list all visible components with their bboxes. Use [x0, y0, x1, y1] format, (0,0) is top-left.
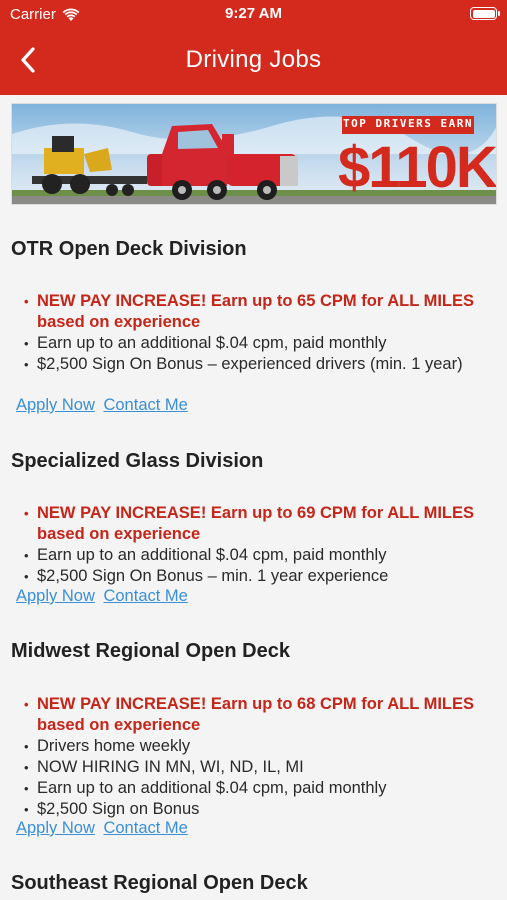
bullet-list: NEW PAY INCREASE! Earn up to 65 CPM for …: [24, 291, 474, 375]
section-links: Apply Now Contact Me: [16, 819, 192, 838]
section-links: Apply Now Contact Me: [16, 396, 192, 415]
status-time: 9:27 AM: [225, 5, 282, 22]
app-header: Carrier 9:27 AM Driving Jobs: [0, 0, 507, 95]
list-item: Earn up to an additional $.04 cpm, paid …: [24, 778, 474, 799]
page-title: Driving Jobs: [185, 46, 322, 73]
list-item: NEW PAY INCREASE! Earn up to 65 CPM for …: [24, 291, 474, 333]
section-title: Midwest Regional Open Deck: [11, 640, 290, 662]
section-title: Specialized Glass Division: [11, 450, 264, 472]
list-item: Earn up to an additional $.04 cpm, paid …: [24, 545, 474, 566]
banner-badge-text: TOP DRIVERS EARN: [343, 117, 473, 130]
section-links: Apply Now Contact Me: [16, 587, 192, 606]
banner-amount-text: $110K: [338, 135, 496, 200]
list-item: NEW PAY INCREASE! Earn up to 69 CPM for …: [24, 503, 474, 545]
status-bar: Carrier 9:27 AM: [0, 0, 507, 28]
list-item: Drivers home weekly: [24, 736, 474, 757]
list-item: Earn up to an additional $.04 cpm, paid …: [24, 333, 474, 354]
list-item: $2,500 Sign on Bonus: [24, 799, 474, 820]
contact-me-link[interactable]: Contact Me: [103, 396, 187, 414]
apply-now-link[interactable]: Apply Now: [16, 396, 95, 414]
section-title: Southeast Regional Open Deck: [11, 872, 308, 894]
contact-me-link[interactable]: Contact Me: [103, 819, 187, 837]
bullet-list: NEW PAY INCREASE! Earn up to 69 CPM for …: [24, 503, 474, 587]
battery-icon: [470, 7, 500, 20]
contact-me-link[interactable]: Contact Me: [103, 587, 187, 605]
bullet-list: NEW PAY INCREASE! Earn up to 68 CPM for …: [24, 694, 474, 820]
list-item: $2,500 Sign On Bonus – experienced drive…: [24, 354, 474, 375]
list-item: NEW PAY INCREASE! Earn up to 68 CPM for …: [24, 694, 474, 736]
list-item: $2,500 Sign On Bonus – min. 1 year exper…: [24, 566, 474, 587]
apply-now-link[interactable]: Apply Now: [16, 587, 95, 605]
recruiting-banner: TOP DRIVERS EARN $110K: [11, 103, 497, 205]
navigation-bar: Driving Jobs: [0, 28, 507, 92]
apply-now-link[interactable]: Apply Now: [16, 819, 95, 837]
list-item: NOW HIRING IN MN, WI, ND, IL, MI: [24, 757, 474, 778]
section-title: OTR Open Deck Division: [11, 238, 247, 260]
